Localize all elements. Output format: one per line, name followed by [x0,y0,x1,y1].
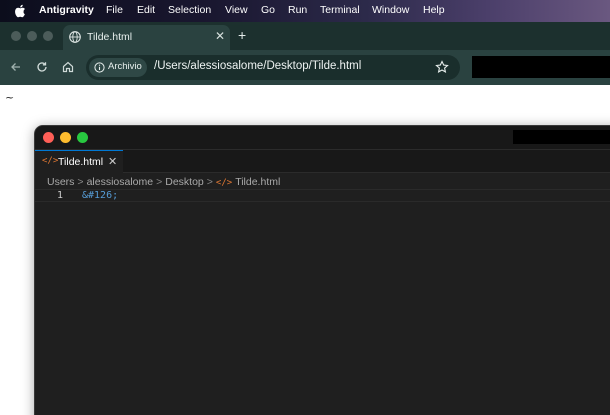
chevron-right-icon: > [206,176,213,188]
editor-title-bar [35,126,610,150]
macos-menu-bar: Antigravity File Edit Selection View Go … [0,0,610,22]
menu-terminal[interactable]: Terminal [320,4,360,16]
editor-window: </> Tilde.html ✕ Users > alessiosalome > Des… [34,125,610,415]
browser-close-button[interactable] [11,31,21,41]
menu-app-name[interactable]: Antigravity [39,4,94,16]
browser-window: Tilde.html ✕ + Archivio /Users/alessiosa… [0,22,610,85]
chevron-right-icon: > [156,176,163,188]
menu-window[interactable]: Window [372,4,409,16]
code-line[interactable]: 1 &#126; [35,189,610,202]
apple-logo-icon[interactable] [14,4,26,18]
new-tab-button[interactable]: + [238,27,246,43]
html-file-icon: </> [215,178,233,188]
page-content-text: ~ [5,91,15,104]
breadcrumb-user[interactable]: alessiosalome [87,176,154,188]
address-bar[interactable]: Archivio /Users/alessiosalome/Desktop/Ti… [86,55,460,80]
menu-help[interactable]: Help [423,4,445,16]
editor-tab-label: Tilde.html [58,156,104,168]
browser-toolbar: Archivio /Users/alessiosalome/Desktop/Ti… [0,50,610,85]
editor-maximize-button[interactable] [77,132,88,143]
close-tab-icon[interactable]: ✕ [215,29,225,43]
globe-icon [69,31,81,43]
menu-selection[interactable]: Selection [168,4,211,16]
back-arrow-icon[interactable] [9,60,23,74]
browser-maximize-button[interactable] [43,31,53,41]
chevron-right-icon: > [77,176,84,188]
code-text[interactable]: &#126; [82,190,118,201]
editor-tab-tilde-html[interactable]: </> Tilde.html ✕ [35,150,123,173]
site-info-label: Archivio [108,61,142,72]
browser-tab-active[interactable]: Tilde.html ✕ [63,25,230,50]
site-info-chip[interactable]: Archivio [89,58,147,77]
reload-icon[interactable] [35,60,49,74]
browser-minimize-button[interactable] [27,31,37,41]
menu-file[interactable]: File [106,4,123,16]
breadcrumb: Users > alessiosalome > Desktop > </> Tilde.htm… [47,176,280,188]
bookmark-star-icon[interactable] [435,60,449,74]
menu-view[interactable]: View [225,4,248,16]
browser-tab-bar: Tilde.html ✕ + [0,22,610,50]
breadcrumb-desktop[interactable]: Desktop [165,176,204,188]
menu-run[interactable]: Run [288,4,307,16]
close-editor-tab-icon[interactable]: ✕ [108,155,117,168]
url-text[interactable]: /Users/alessiosalome/Desktop/Tilde.html [154,60,361,72]
editor-minimize-button[interactable] [60,132,71,143]
editor-close-button[interactable] [43,132,54,143]
html-file-icon: </> [42,156,59,166]
home-icon[interactable] [61,60,75,74]
browser-tab-title: Tilde.html [87,31,133,43]
redacted-region [513,130,610,144]
editor-tab-bar: </> Tilde.html ✕ [35,150,610,173]
menu-go[interactable]: Go [261,4,275,16]
line-number: 1 [57,190,64,201]
info-icon [94,62,105,73]
breadcrumb-file[interactable]: Tilde.html [235,176,280,188]
breadcrumb-users[interactable]: Users [47,176,74,188]
menu-edit[interactable]: Edit [137,4,155,16]
redacted-region [472,56,610,78]
